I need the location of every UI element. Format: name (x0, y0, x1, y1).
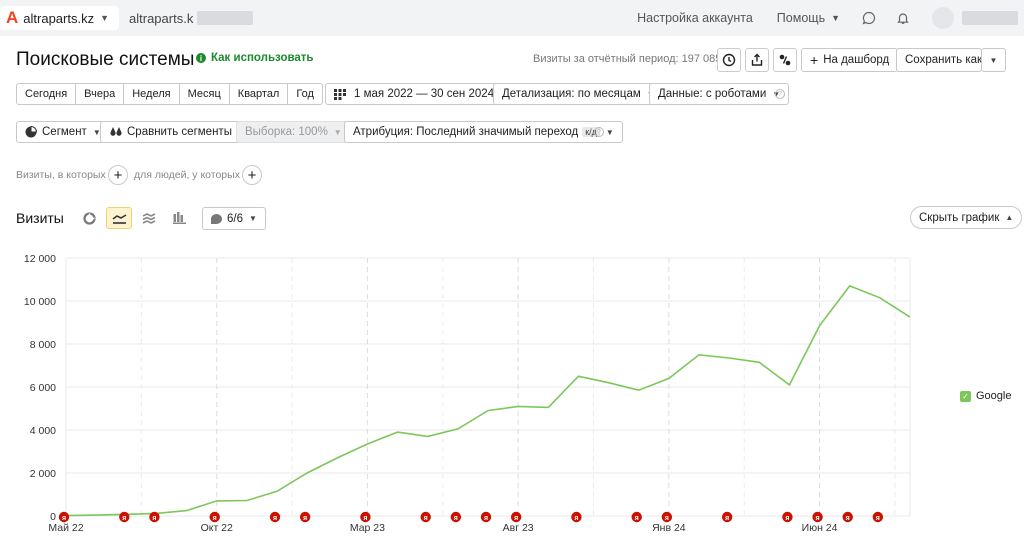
annotation-marker[interactable]: я (571, 511, 582, 523)
annotation-marker[interactable]: я (420, 511, 431, 523)
svg-text:я: я (213, 515, 217, 522)
svg-text:я: я (122, 515, 126, 522)
y-tick-label: 2 000 (30, 468, 56, 480)
svg-text:я: я (846, 515, 850, 522)
annotation-marker[interactable]: я (149, 511, 160, 523)
x-tick-label: Июн 24 (802, 522, 838, 534)
svg-text:я: я (484, 515, 488, 522)
x-tick-label: Авг 23 (503, 522, 534, 534)
annotation-marker[interactable]: я (299, 511, 311, 523)
annotation-marker[interactable]: я (480, 511, 492, 523)
annotation-marker[interactable]: я (360, 511, 371, 523)
y-tick-label: 8 000 (30, 339, 56, 351)
svg-text:я: я (574, 515, 578, 522)
series-line-google (65, 284, 911, 517)
y-tick-label: 6 000 (30, 382, 56, 394)
svg-text:я: я (725, 515, 729, 522)
svg-text:я: я (273, 515, 277, 522)
checkbox-icon: ✓ (960, 390, 971, 402)
visits-line-chart: 02 0004 0006 0008 00010 00012 000 Май 22… (24, 253, 911, 534)
y-axis-ticks: 02 0004 0006 0008 00010 00012 000 (24, 253, 56, 523)
annotation-marker[interactable]: я (450, 511, 462, 523)
svg-text:я: я (876, 515, 880, 522)
x-tick-label: Май 22 (48, 522, 83, 534)
svg-text:я: я (816, 515, 820, 522)
y-tick-label: 4 000 (30, 425, 56, 437)
annotation-marker[interactable]: я (842, 511, 853, 523)
annotation-marker[interactable]: я (661, 511, 673, 523)
y-tick-label: 10 000 (24, 296, 56, 308)
svg-text:я: я (424, 515, 428, 522)
annotation-marker[interactable]: я (812, 511, 823, 523)
svg-text:я: я (62, 515, 66, 522)
svg-text:я: я (635, 515, 639, 522)
svg-text:я: я (152, 515, 156, 522)
chart-grid (65, 257, 911, 517)
annotation-marker[interactable]: я (721, 511, 733, 523)
y-tick-label: 12 000 (24, 253, 56, 265)
svg-text:я: я (665, 515, 669, 522)
x-tick-label: Окт 22 (201, 522, 233, 534)
svg-text:я: я (785, 515, 789, 522)
annotation-marker[interactable]: я (631, 511, 642, 523)
annotation-marker[interactable]: я (872, 511, 884, 523)
svg-text:я: я (514, 515, 518, 522)
x-axis-ticks: Май 22 Окт 22 Мар 23 Авг 23 Янв 24 Июн 24 (48, 522, 837, 534)
annotation-marker[interactable]: я (209, 511, 220, 523)
annotation-marker[interactable]: я (269, 511, 281, 523)
annotation-marker[interactable]: я (119, 511, 130, 523)
x-tick-label: Мар 23 (350, 522, 385, 534)
annotation-marker[interactable]: я (510, 511, 522, 523)
x-tick-label: Янв 24 (652, 522, 686, 534)
svg-text:я: я (454, 515, 458, 522)
svg-text:я: я (363, 515, 367, 522)
annotation-marker[interactable]: я (782, 511, 793, 523)
annotation-markers: яяяяяяяяяяяяяяяяяяя (58, 511, 884, 523)
svg-text:я: я (303, 515, 307, 522)
legend-label: Google (976, 390, 1012, 402)
legend-item-google[interactable]: ✓ Google (960, 390, 1011, 402)
annotation-marker[interactable]: я (58, 511, 70, 523)
